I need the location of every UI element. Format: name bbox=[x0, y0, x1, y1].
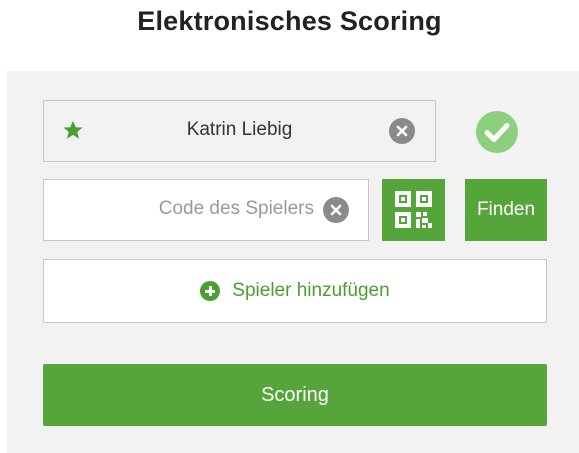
clear-icon[interactable] bbox=[389, 118, 415, 144]
qr-scan-button[interactable] bbox=[382, 179, 445, 241]
page-title: Elektronisches Scoring bbox=[137, 6, 442, 36]
add-player-button[interactable]: Spieler hinzufügen bbox=[43, 259, 547, 323]
player-name: Katrin Liebig bbox=[186, 119, 293, 140]
player-row: Katrin Liebig bbox=[43, 100, 436, 162]
player-code-input[interactable] bbox=[44, 180, 314, 238]
add-player-label: Spieler hinzufügen bbox=[232, 280, 390, 301]
player-code-field[interactable] bbox=[43, 179, 369, 241]
plus-circle-icon bbox=[200, 281, 221, 301]
qr-code-icon bbox=[395, 191, 432, 228]
clear-icon[interactable] bbox=[323, 197, 349, 223]
find-button[interactable]: Finden bbox=[465, 179, 547, 241]
check-circle-icon bbox=[476, 111, 518, 153]
scoring-button[interactable]: Scoring bbox=[43, 364, 547, 426]
